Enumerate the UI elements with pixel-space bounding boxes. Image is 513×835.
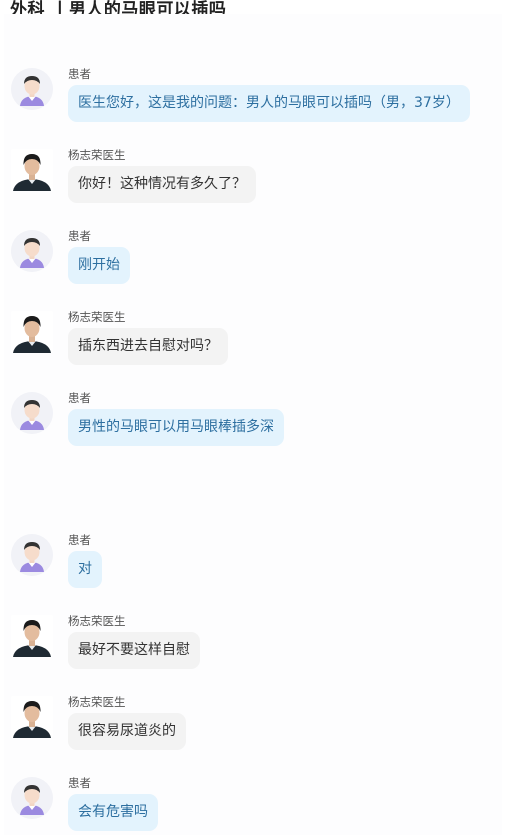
sender-name: 患者 (68, 776, 91, 790)
sender-name: 杨志荣医生 (68, 310, 126, 324)
message-bubble: 你好！这种情况有多久了？ (68, 166, 256, 203)
sender-name: 患者 (68, 67, 91, 81)
message-bubble: 很容易尿道炎的 (68, 713, 186, 750)
patient-avatar-icon (11, 534, 53, 576)
message-bubble: 男性的马眼可以用马眼棒插多深 (68, 409, 284, 446)
patient-avatar-icon (11, 68, 53, 110)
message-bubble: 对 (68, 551, 102, 588)
sender-name: 患者 (68, 391, 91, 405)
sender-name: 杨志荣医生 (68, 614, 126, 628)
message-bubble: 插东西进去自慰对吗？ (68, 328, 228, 365)
message-bubble: 医生您好，这是我的问题：男人的马眼可以插吗（男，37岁） (68, 85, 470, 122)
patient-avatar-icon (11, 392, 53, 434)
doctor-avatar-photo (11, 696, 53, 738)
message-bubble: 刚开始 (68, 247, 130, 284)
message-bubble: 会有危害吗 (68, 794, 158, 831)
doctor-avatar-photo (11, 311, 53, 353)
sender-name: 杨志荣医生 (68, 148, 126, 162)
sender-name: 患者 (68, 533, 91, 547)
sender-name: 杨志荣医生 (68, 695, 126, 709)
patient-avatar-icon (11, 777, 53, 819)
sender-name: 患者 (68, 229, 91, 243)
doctor-avatar-photo (11, 149, 53, 191)
doctor-avatar-photo (11, 615, 53, 657)
patient-avatar-icon (11, 230, 53, 272)
message-bubble: 最好不要这样自慰 (68, 632, 200, 669)
